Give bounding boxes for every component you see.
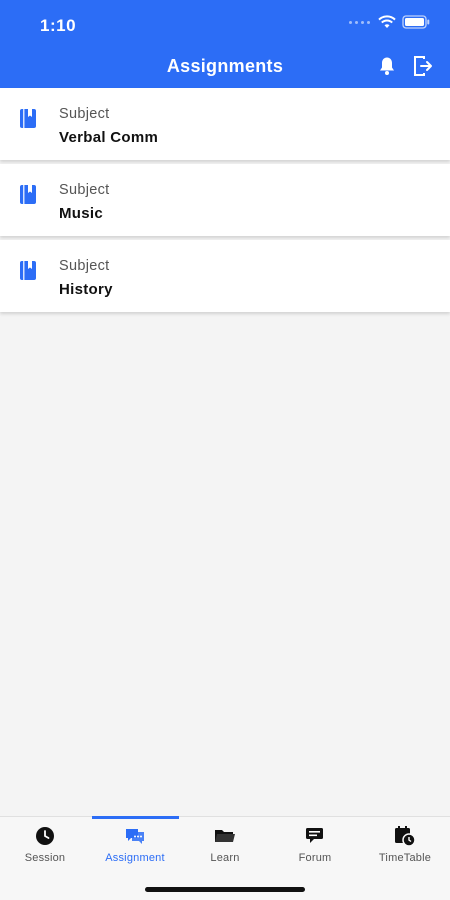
subject-label: Subject — [59, 258, 110, 274]
tab-timetable[interactable]: TimeTable — [360, 817, 450, 877]
forum-icon — [306, 828, 323, 843]
subject-label: Subject — [59, 106, 110, 122]
assignment-card[interactable]: Subject Music — [0, 164, 450, 236]
tab-label: Session — [24, 852, 66, 864]
clock-icon — [36, 827, 54, 845]
tab-label: Assignment — [105, 852, 165, 864]
tab-label: Forum — [298, 852, 332, 864]
logout-icon — [414, 56, 432, 76]
tab-learn[interactable]: Learn — [180, 817, 270, 877]
assignment-list: Subject Verbal Comm Subject Music Subjec… — [0, 88, 450, 316]
chat-bubble-icon — [126, 829, 144, 844]
tab-label: Learn — [210, 852, 240, 864]
battery-icon — [402, 15, 430, 29]
tab-session[interactable]: Session — [0, 817, 90, 877]
status-bar: 1:10 — [0, 0, 450, 50]
signal-icon — [349, 20, 370, 24]
bell-icon — [380, 57, 394, 75]
logout-button[interactable] — [412, 55, 434, 77]
subject-value: History — [59, 281, 113, 298]
assignment-card[interactable]: Subject History — [0, 240, 450, 312]
tab-forum[interactable]: Forum — [270, 817, 360, 877]
folder-icon — [215, 830, 235, 842]
book-icon — [20, 109, 36, 128]
home-indicator[interactable] — [145, 887, 305, 892]
calendar-clock-icon — [395, 826, 416, 847]
subject-value: Verbal Comm — [59, 129, 159, 146]
book-icon — [20, 185, 36, 204]
status-icons — [349, 15, 430, 29]
subject-label: Subject — [59, 182, 110, 198]
wifi-icon — [378, 15, 396, 28]
notifications-button[interactable] — [376, 55, 398, 77]
status-time: 1:10 — [40, 16, 77, 35]
header-actions — [376, 55, 434, 77]
app-header: 1:10 Assignments — [0, 0, 450, 88]
tab-assignment[interactable]: Assignment — [90, 817, 180, 877]
assignment-card[interactable]: Subject Verbal Comm — [0, 88, 450, 160]
tab-label: TimeTable — [378, 852, 432, 864]
book-icon — [20, 261, 36, 280]
subject-value: Music — [59, 205, 104, 222]
